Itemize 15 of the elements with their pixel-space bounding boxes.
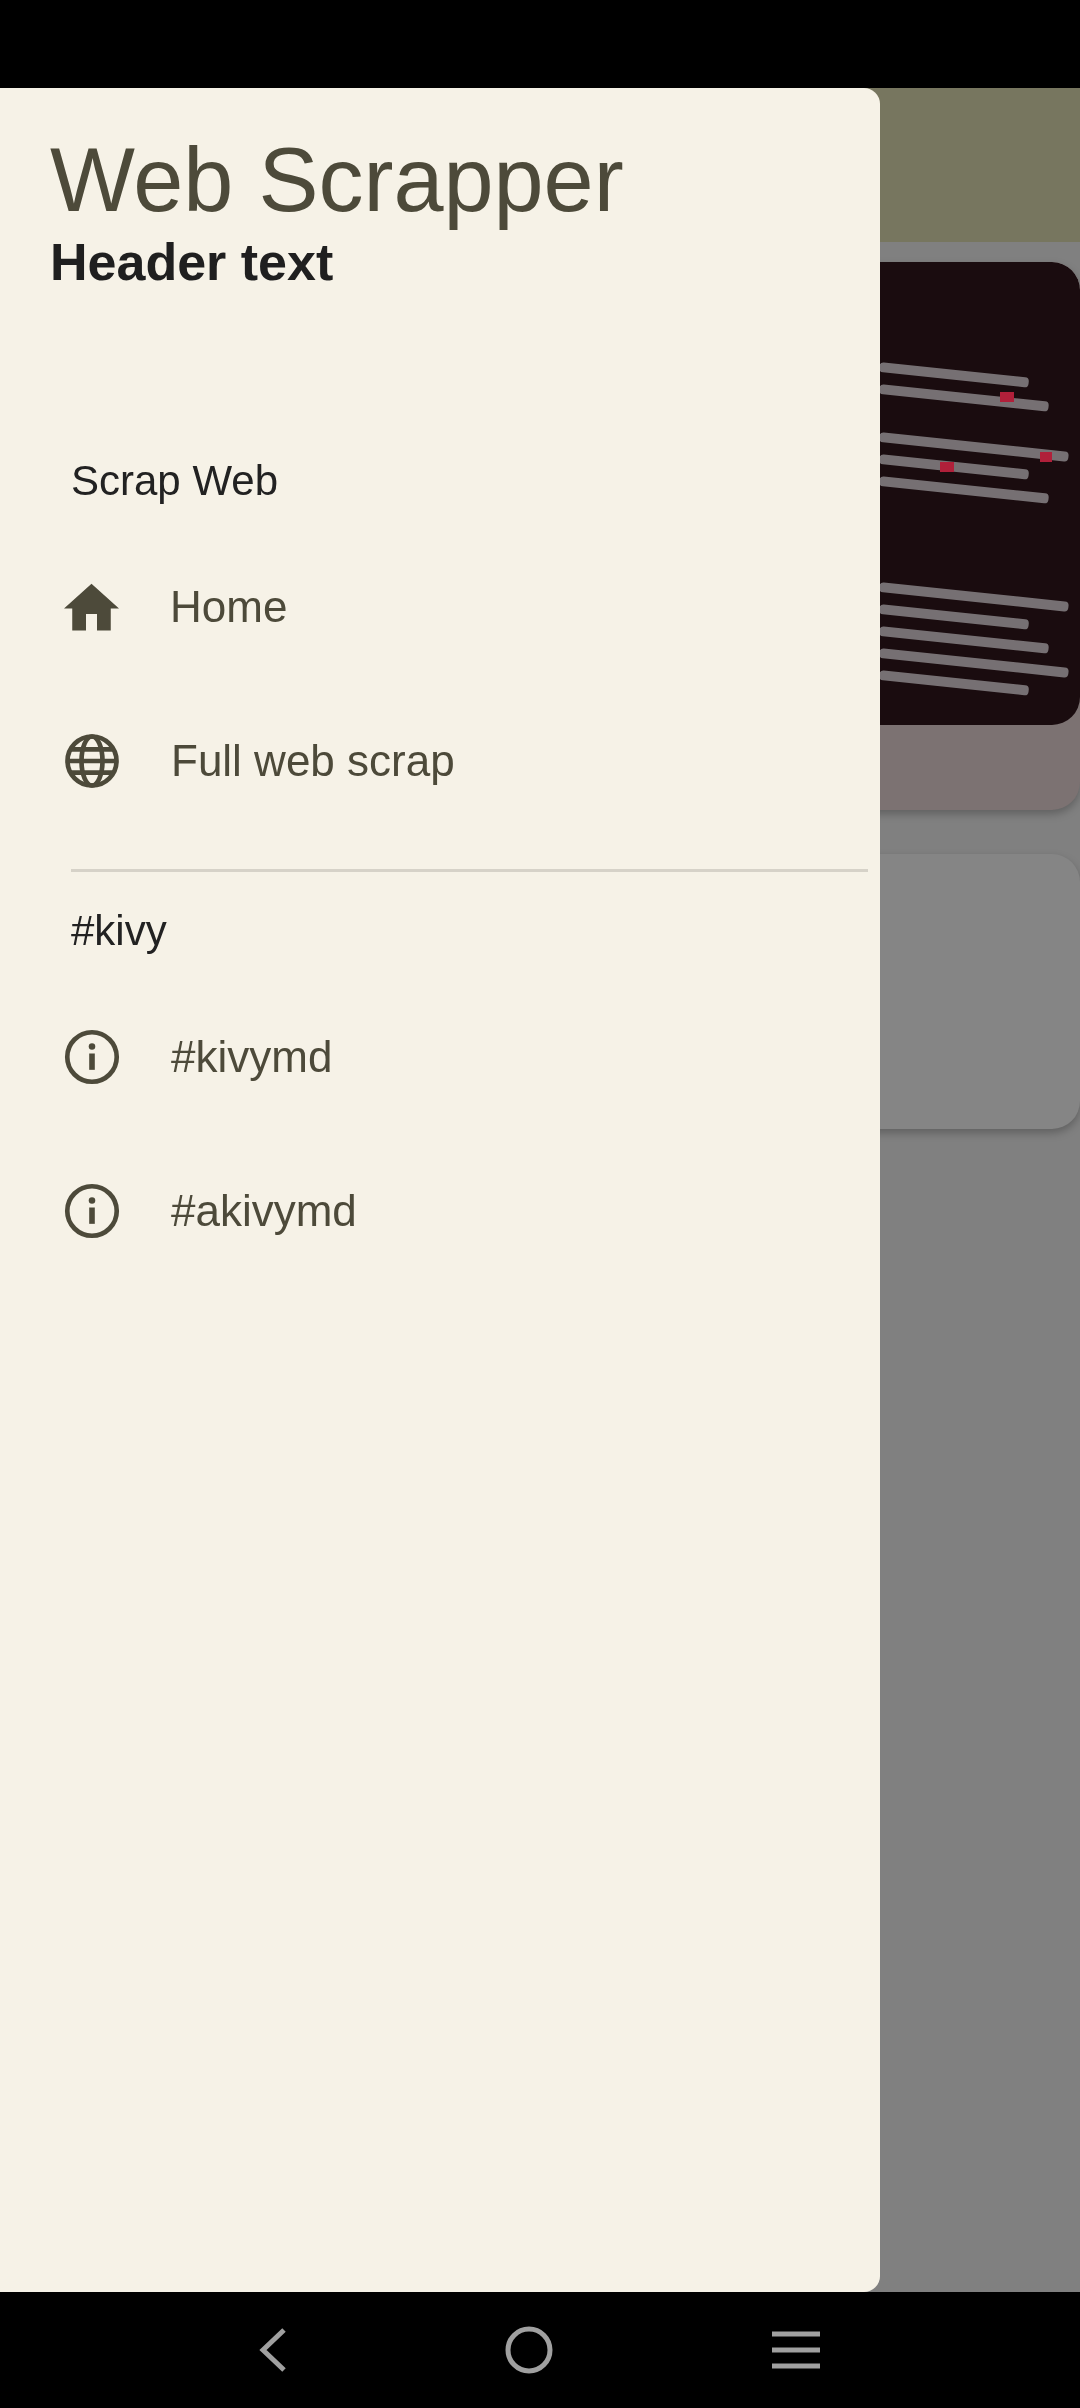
drawer-item[interactable]: #kivymd bbox=[0, 980, 880, 1134]
info-icon bbox=[64, 1183, 120, 1239]
globe-icon bbox=[64, 733, 120, 789]
drawer-item[interactable]: #akivymd bbox=[0, 1134, 880, 1288]
drawer-title: Web Scrapper bbox=[49, 129, 625, 232]
back-icon[interactable] bbox=[258, 2327, 288, 2373]
menu-icon[interactable] bbox=[770, 2330, 822, 2370]
home-icon bbox=[64, 583, 119, 631]
drawer-subtitle: Header text bbox=[49, 232, 335, 292]
home-button-icon[interactable] bbox=[504, 2325, 554, 2375]
section-label: Scrap Web bbox=[70, 456, 279, 506]
info-icon bbox=[64, 1029, 120, 1085]
section-label: #kivy bbox=[70, 906, 168, 956]
drawer-item[interactable]: Full web scrap bbox=[0, 684, 880, 838]
drawer-item[interactable]: Home bbox=[0, 530, 880, 684]
